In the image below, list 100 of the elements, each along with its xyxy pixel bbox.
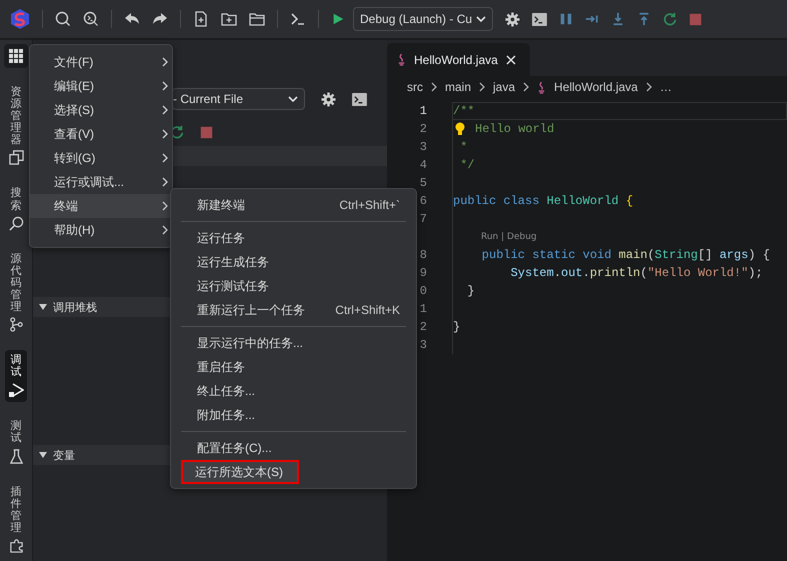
restart-icon[interactable]	[170, 125, 184, 139]
tab-title: HelloWorld.java	[414, 52, 498, 66]
menu-label: 转到(G)	[54, 150, 96, 166]
step-out-icon[interactable]	[637, 12, 651, 26]
debug-config-select[interactable]: - Current File	[172, 88, 305, 110]
editor-tab[interactable]: HelloWorld.java	[387, 43, 530, 76]
menu-item[interactable]: 终止任务...	[173, 379, 414, 403]
activity-label: 测试	[10, 420, 22, 444]
console-icon[interactable]	[352, 92, 367, 106]
chevron-right-icon	[162, 57, 168, 67]
menu-item[interactable]: 重新运行上一个任务 Ctrl+Shift+K	[173, 298, 414, 322]
activity-item[interactable]: 源代码管理	[5, 248, 27, 336]
line-number: 9	[418, 266, 427, 280]
menu-item[interactable]: 显示运行中的任务...	[173, 331, 414, 355]
puzzle-icon	[8, 538, 24, 553]
chevron-right-icon	[162, 105, 168, 115]
code-line: /**	[453, 104, 475, 118]
line-number: 8	[418, 248, 427, 262]
code-line: *	[459, 140, 468, 154]
menu-label: 新建终端	[197, 196, 245, 214]
menu-label: 选择(S)	[54, 102, 94, 118]
menu-item[interactable]: 文件(F)	[30, 50, 172, 74]
search-terminal-icon[interactable]	[83, 11, 99, 27]
play-icon[interactable]	[331, 12, 345, 26]
activity-item[interactable]: 测试	[5, 416, 27, 468]
code-line: }	[453, 320, 460, 334]
launch-config-select[interactable]: Debug (Launch) - Cu	[353, 7, 493, 31]
breadcrumb-item[interactable]: main	[445, 80, 472, 94]
menu-label: 文件(F)	[54, 54, 94, 70]
step-into-icon[interactable]	[611, 12, 625, 26]
settings-icon[interactable]	[505, 12, 520, 26]
restart-icon[interactable]	[663, 12, 677, 26]
codelens-link[interactable]: Run | Debug	[481, 232, 537, 242]
menu-item[interactable]: 选择(S)	[30, 98, 172, 122]
menu-item[interactable]: 重启任务	[173, 355, 414, 379]
chevron-right-icon	[646, 82, 652, 92]
breadcrumb-item[interactable]: …	[660, 80, 672, 94]
activity-label: 插件管理	[10, 486, 22, 534]
section-title: 变量	[53, 448, 75, 462]
search-icon[interactable]	[55, 11, 71, 27]
breadcrumb-item[interactable]: src	[407, 80, 423, 94]
terminal-icon[interactable]	[290, 11, 306, 27]
menu-item[interactable]: 帮助(H)	[30, 218, 172, 242]
menu-label: 编辑(E)	[54, 78, 94, 94]
menu-item[interactable]: 运行测试任务	[173, 274, 414, 298]
menu-item[interactable]: 运行所选文本(S)	[181, 460, 299, 484]
chevron-down-icon	[288, 96, 298, 102]
menu-item[interactable]: 查看(V)	[30, 122, 172, 146]
chevron-right-icon	[162, 81, 168, 91]
shortcut-label: Ctrl+Shift+K	[335, 303, 400, 317]
activity-item[interactable]: 资源管理器	[5, 82, 27, 170]
menu-item[interactable]: 运行生成任务	[173, 250, 414, 274]
console-icon[interactable]	[532, 12, 547, 26]
menu-item[interactable]: 运行任务	[173, 226, 414, 250]
chevron-right-icon	[431, 82, 437, 92]
chevron-right-icon	[162, 177, 168, 187]
activity-item[interactable]: 搜索	[5, 183, 27, 235]
search-icon	[8, 216, 24, 231]
menu-item[interactable]: 附加任务...	[173, 403, 414, 427]
menu-label: 帮助(H)	[54, 222, 95, 238]
activity-label: 调试	[10, 354, 22, 378]
menu-item[interactable]: 终端	[30, 194, 172, 218]
chevron-down-icon	[476, 16, 486, 22]
chevron-right-icon	[162, 201, 168, 211]
files-icon	[8, 150, 24, 166]
settings-icon[interactable]	[321, 92, 336, 106]
java-icon	[397, 53, 406, 66]
activity-label: 搜索	[10, 187, 22, 212]
stop-icon[interactable]	[200, 126, 213, 138]
menu-label: 运行任务	[197, 230, 245, 246]
line-number: 5	[418, 176, 427, 190]
menu-item[interactable]: 配置任务(C)...	[173, 436, 414, 460]
branch-icon	[8, 317, 24, 332]
apps-button[interactable]	[4, 44, 28, 68]
breadcrumb-item[interactable]: HelloWorld.java	[554, 80, 638, 94]
new-file-icon[interactable]	[193, 11, 209, 27]
new-folder-icon[interactable]	[221, 11, 237, 27]
shortcut-label: Ctrl+Shift+`	[339, 198, 400, 212]
chevron-right-icon	[523, 82, 530, 92]
menu-item[interactable]: 转到(G)	[30, 146, 172, 170]
lightbulb-icon[interactable]	[455, 122, 465, 136]
close-icon[interactable]	[506, 54, 516, 64]
activity-item[interactable]: 调试	[5, 350, 27, 402]
menu-item[interactable]: 编辑(E)	[30, 74, 172, 98]
line-number: 4	[418, 158, 427, 172]
chevron-right-icon	[162, 129, 168, 139]
section-title: 调用堆栈	[53, 300, 97, 314]
stop-icon[interactable]	[689, 12, 702, 26]
breadcrumb-item[interactable]: java	[493, 80, 516, 94]
code-line: */	[459, 158, 475, 172]
menu-item[interactable]: 运行或调试...	[30, 170, 172, 194]
pause-icon[interactable]	[559, 12, 573, 26]
menu-label: 终止任务...	[197, 382, 256, 400]
activity-label: 资源管理器	[10, 86, 22, 146]
activity-item[interactable]: 插件管理	[5, 482, 27, 557]
menu-item[interactable]: 新建终端 Ctrl+Shift+`	[173, 193, 414, 217]
folder-icon[interactable]	[249, 11, 265, 27]
chevron-right-icon	[162, 225, 168, 235]
line-number: 0	[418, 284, 427, 298]
line-number: 2	[418, 320, 427, 334]
